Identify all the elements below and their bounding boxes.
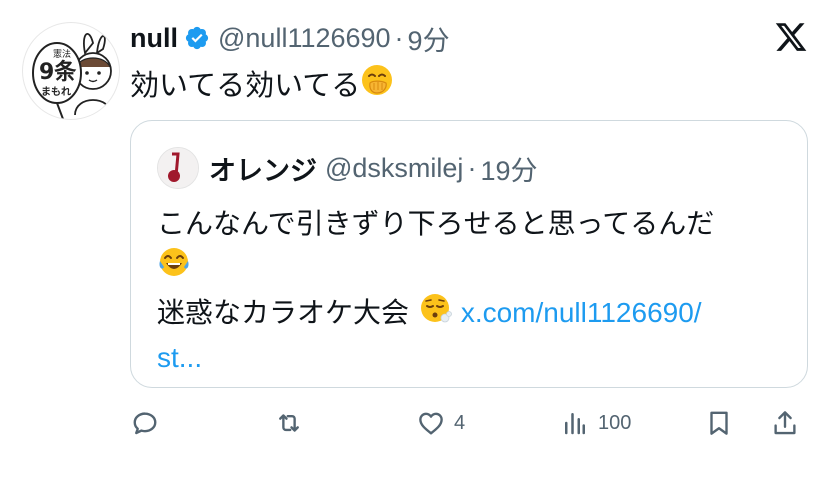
quoted-line-1: こんなんで引きずり下ろせると思ってるんだ: [157, 207, 715, 240]
quoted-line-3: 迷惑なカラオケ大会 x.com/null1126690/: [157, 291, 787, 337]
reply-button[interactable]: [130, 408, 168, 438]
avatar-sign-text-bottom: まもれ: [41, 86, 71, 98]
author-avatar[interactable]: 憲法 9条 まもれ: [22, 22, 120, 120]
quoted-tweet-time[interactable]: 19分: [480, 149, 537, 188]
quoted-separator-dot: ·: [467, 152, 477, 183]
quoted-link-part1[interactable]: x.com/null1126690/: [461, 297, 702, 328]
tears-of-joy-icon: [157, 245, 191, 291]
avatar-illustration: 憲法 9条 まもれ: [32, 32, 112, 119]
avatar-sign-text-top: 憲法: [53, 48, 71, 60]
views-button[interactable]: 100: [560, 408, 631, 438]
author-name[interactable]: null: [130, 23, 178, 54]
bookmark-button[interactable]: [704, 408, 734, 438]
retweet-button[interactable]: [274, 408, 312, 438]
quoted-line-4: st...: [157, 337, 787, 379]
tweet-header: null @null1126690 · 9分: [130, 18, 450, 58]
quoted-tweet-body: こんなんで引きずり下ろせると思ってるんだ 迷惑なカラオケ大会 x.com/nul…: [157, 203, 787, 379]
quoted-avatar-image: [158, 148, 198, 188]
author-handle[interactable]: @null1126690: [218, 23, 391, 54]
tweet-text-content: 効いてる効いてる: [130, 68, 361, 102]
share-icon: [774, 411, 796, 435]
heart-icon: [419, 412, 443, 435]
quoted-link-part2[interactable]: st...: [157, 342, 202, 373]
face-exhaling-icon: [418, 291, 452, 337]
quoted-line-3-text: 迷惑なカラオケ大会: [157, 296, 410, 329]
avatar-sign-text-main: 9条: [39, 59, 77, 85]
retweet-icon: [279, 414, 299, 432]
verified-badge-icon: [184, 25, 210, 51]
bookmark-icon: [710, 411, 728, 435]
quoted-author-avatar[interactable]: [157, 147, 199, 189]
quoted-tweet[interactable]: オレンジ @dsksmilej · 19分 こんなんで引きずり下ろせると思ってる…: [130, 120, 808, 388]
separator-dot: ·: [394, 22, 404, 53]
quoted-tweet-header: オレンジ @dsksmilej · 19分: [157, 147, 537, 189]
like-button[interactable]: 4: [416, 408, 465, 438]
x-logo-icon[interactable]: [774, 20, 808, 54]
like-count: 4: [454, 411, 466, 434]
tweet-time[interactable]: 9分: [408, 19, 450, 58]
share-button[interactable]: [770, 408, 800, 438]
views-count: 100: [598, 411, 632, 434]
tweet-action-bar: 4 100: [130, 404, 810, 450]
quoted-author-name[interactable]: オレンジ: [209, 149, 317, 188]
reply-icon: [133, 412, 157, 435]
tweet-text: 効いてる効いてる: [130, 62, 394, 104]
quoted-author-handle[interactable]: @dsksmilej: [325, 153, 463, 184]
hand-over-mouth-icon: [360, 63, 394, 104]
views-chart-icon: [565, 413, 585, 435]
quoted-line-2: [157, 245, 787, 291]
